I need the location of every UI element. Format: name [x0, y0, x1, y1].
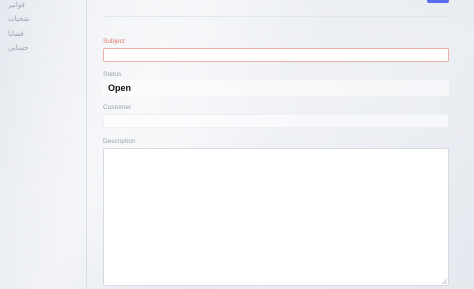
customer-label: Customer — [103, 104, 132, 111]
sidebar-item-invoices[interactable]: فواتير — [8, 1, 25, 9]
sidebar-item-my-account[interactable]: حسابي — [8, 44, 29, 52]
subject-input[interactable] — [103, 48, 449, 62]
status-selected-value: Open — [108, 83, 132, 93]
header-divider — [103, 16, 450, 17]
sidebar-item-shipments[interactable]: شحنات — [8, 15, 29, 23]
description-textarea[interactable] — [103, 148, 449, 286]
status-select[interactable]: Open — [103, 80, 449, 96]
customer-input[interactable] — [103, 114, 449, 128]
header-action-button[interactable] — [427, 0, 449, 3]
status-label: Status — [103, 71, 122, 78]
resize-handle-icon[interactable] — [442, 279, 447, 284]
sidebar: فواتير شحنات قضايا حسابي — [0, 0, 87, 289]
subject-label: Subject — [103, 38, 125, 45]
sidebar-item-cases[interactable]: قضايا — [8, 30, 24, 38]
description-label: Description — [103, 138, 136, 145]
